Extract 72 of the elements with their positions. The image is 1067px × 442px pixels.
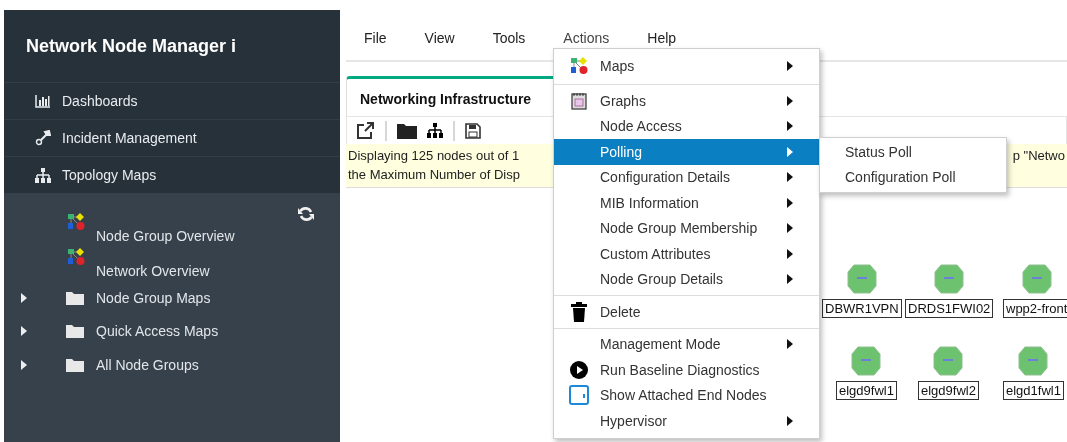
map-nodes-icon — [570, 57, 588, 75]
hierarchy-icon — [35, 167, 51, 183]
tree-item[interactable]: Node Group Overview — [96, 226, 235, 246]
submenu-arrow-icon — [787, 223, 793, 234]
menu-item[interactable]: Polling — [554, 139, 819, 165]
menu-item[interactable]: Node Group Membership — [554, 215, 819, 241]
submenu-arrow-icon — [787, 248, 793, 259]
bar-chart-icon — [35, 94, 51, 108]
node-icon — [934, 264, 965, 294]
node-label[interactable]: elgd9fwl2 — [918, 381, 979, 400]
folder-icon — [66, 357, 84, 372]
submenu-arrow-icon — [787, 172, 793, 183]
map-nodes-icon — [67, 213, 85, 231]
folder-icon[interactable] — [397, 122, 417, 139]
node-icon — [1018, 346, 1049, 376]
notice-text: Displaying 125 nodes out of 1 — [348, 147, 520, 165]
submenu-arrow-icon — [787, 61, 793, 71]
menu-item[interactable]: Status Poll — [820, 140, 1006, 165]
node-label[interactable]: elgd1fwl1 — [1003, 381, 1064, 400]
hierarchy-icon[interactable] — [427, 123, 443, 138]
node-label[interactable]: wpp2-front — [1003, 299, 1067, 318]
node-label[interactable]: DBWR1VPN — [822, 299, 902, 318]
node-icon — [846, 264, 877, 294]
tree-item[interactable]: Node Group Maps — [96, 287, 211, 308]
menu-item[interactable]: Configuration Poll — [820, 165, 1006, 190]
external-link-icon[interactable] — [357, 122, 375, 139]
menu-item[interactable]: MIB Information — [554, 190, 819, 216]
menu-bar-item[interactable]: View — [424, 30, 455, 53]
tree-item[interactable]: Quick Access Maps — [96, 321, 219, 342]
menu-bar-item[interactable]: File — [364, 30, 387, 53]
refresh-icon[interactable] — [298, 206, 314, 222]
submenu-arrow-icon — [787, 274, 793, 285]
submenu-arrow-icon — [787, 197, 793, 208]
map-nodes-icon — [67, 248, 85, 266]
tree-item[interactable]: Network Overview — [96, 261, 210, 281]
menu-item[interactable]: Management Mode — [554, 331, 819, 357]
submenu-arrow-icon — [787, 146, 793, 157]
folder-icon — [66, 290, 84, 305]
menu-item[interactable]: Custom Attributes — [554, 241, 819, 267]
notice-text: p "Netwo — [1012, 147, 1065, 165]
app-title: Network Node Manager i — [26, 35, 237, 57]
save-icon[interactable] — [465, 122, 481, 139]
node-icon — [851, 346, 882, 376]
wrench-icon — [35, 130, 51, 146]
submenu-arrow-icon — [787, 121, 793, 132]
trash-icon — [571, 301, 587, 322]
menu-item[interactable]: Delete — [554, 299, 819, 325]
menu-item[interactable]: Run Baseline Diagnostics — [554, 357, 819, 383]
expand-arrow-icon[interactable] — [21, 292, 27, 303]
expand-arrow-icon[interactable] — [21, 326, 27, 337]
play-icon — [570, 360, 588, 379]
menu-bar-item[interactable]: Tools — [492, 30, 526, 53]
tree-item[interactable]: All Node Groups — [96, 354, 199, 375]
node-label[interactable]: DRDS1FWI02 — [905, 299, 994, 318]
submenu-arrow-icon — [787, 339, 793, 350]
square-icon — [569, 385, 589, 406]
submenu-arrow-icon — [787, 415, 793, 426]
notice-text: the Maximum Number of Disp — [348, 166, 520, 184]
nav-item[interactable]: Dashboards — [4, 82, 340, 119]
node-icon — [933, 346, 964, 376]
submenu-arrow-icon — [787, 95, 793, 106]
menu-item[interactable]: Hypervisor — [554, 408, 819, 434]
expand-arrow-icon[interactable] — [21, 359, 27, 370]
node-label[interactable]: elgd9fwl1 — [836, 381, 897, 400]
menu-item[interactable]: Configuration Details — [554, 164, 819, 190]
node-icon — [1021, 264, 1052, 294]
menu-item[interactable]: Show Attached End Nodes — [554, 382, 819, 408]
folder-icon — [66, 324, 84, 339]
menu-item[interactable]: Node Access — [554, 113, 819, 139]
notepad-icon — [571, 91, 587, 110]
nav-item[interactable]: Incident Management — [4, 119, 340, 156]
menu-item[interactable]: Node Group Details — [554, 266, 819, 292]
